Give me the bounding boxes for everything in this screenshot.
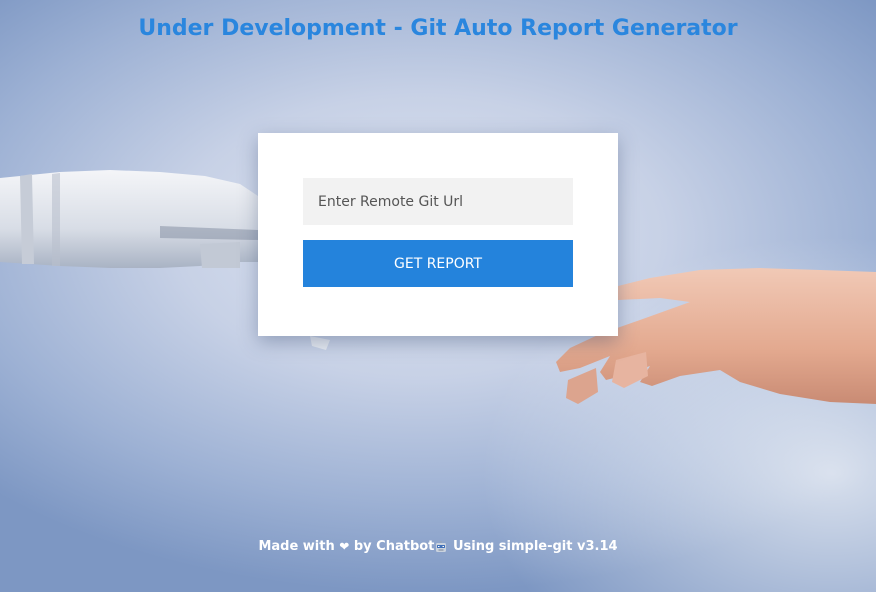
page-title: Under Development - Git Auto Report Gene… bbox=[138, 16, 738, 41]
footer-credits: Made with ❤ by Chatbot Using simple-git … bbox=[0, 539, 876, 554]
remote-git-url-input[interactable] bbox=[303, 178, 573, 225]
footer-made-with: Made with bbox=[258, 539, 335, 554]
report-form-card: GET REPORT bbox=[258, 133, 618, 336]
robot-icon bbox=[436, 540, 447, 552]
heart-icon: ❤ bbox=[339, 539, 350, 554]
get-report-button[interactable]: GET REPORT bbox=[303, 240, 573, 287]
footer-using-simple-git: Using simple-git v3.14 bbox=[452, 539, 618, 554]
footer-by-chatbot: by Chatbot bbox=[353, 539, 435, 554]
